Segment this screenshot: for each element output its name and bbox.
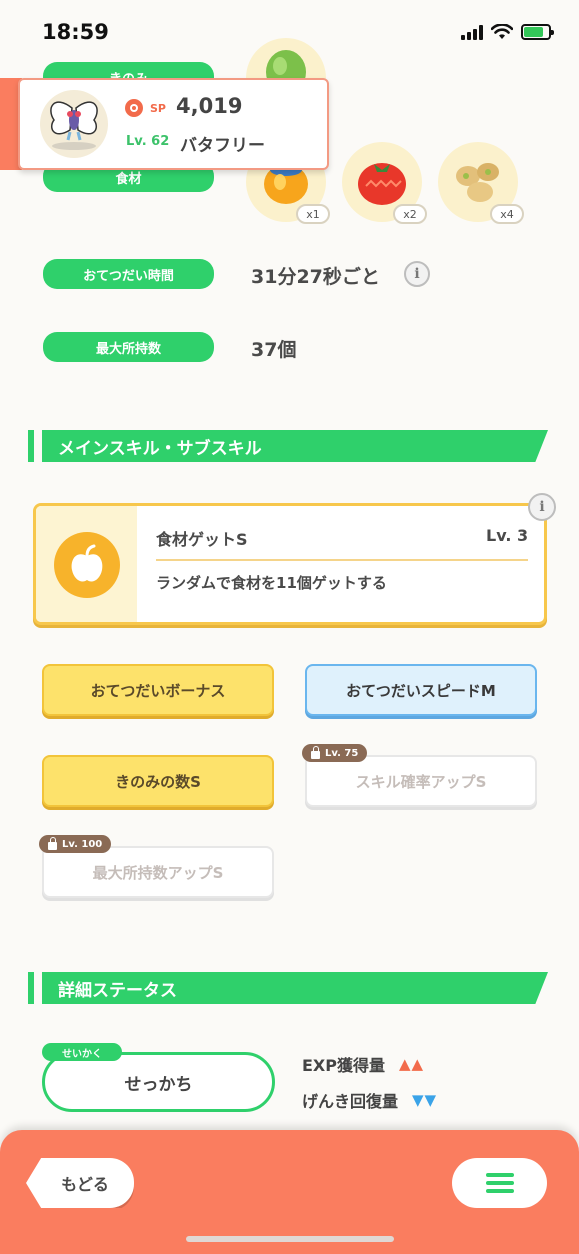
unlock-level-badge-100: Lv. 100 bbox=[39, 835, 112, 853]
skill-info-icon[interactable]: i bbox=[528, 493, 556, 521]
back-button[interactable]: もどる bbox=[26, 1158, 134, 1208]
sub-skill-help-bonus[interactable]: おてつだいボーナス bbox=[42, 664, 274, 716]
wifi-icon bbox=[491, 24, 513, 39]
butterfree-icon bbox=[50, 101, 98, 150]
help-time-value: 31分27秒ごと bbox=[251, 266, 380, 288]
menu-button[interactable] bbox=[452, 1158, 547, 1208]
ingredient-count-1: x1 bbox=[296, 204, 330, 224]
sub-skill-inventory-up-s[interactable]: 最大所持数アップS bbox=[42, 846, 274, 898]
home-indicator[interactable] bbox=[186, 1236, 394, 1242]
sp-label: SP bbox=[150, 102, 166, 115]
nature-tag: せいかく bbox=[42, 1043, 122, 1061]
pokemon-name: バタフリー bbox=[180, 136, 265, 156]
stat-down-arrows-icon: ▼▼ bbox=[412, 1091, 438, 1109]
skill-divider bbox=[156, 559, 528, 561]
avatar bbox=[40, 90, 108, 158]
max-carry-label-pill: 最大所持数 bbox=[43, 332, 214, 362]
main-skill-level: Lv. 3 bbox=[486, 526, 529, 545]
main-skill-description: ランダムで食材を11個ゲットする bbox=[156, 574, 387, 592]
stat-exp-gain: EXP獲得量 ▲▲ bbox=[302, 1055, 425, 1075]
lock-icon bbox=[48, 836, 57, 850]
main-skill-name: 食材ゲットS bbox=[156, 530, 248, 549]
main-skill-card[interactable]: 食材ゲットS Lv. 3 ランダムで食材を11個ゲットする bbox=[33, 503, 547, 625]
skills-section-header: メインスキル・サブスキル bbox=[28, 430, 548, 462]
battery-icon bbox=[521, 24, 554, 40]
status-icons bbox=[461, 24, 554, 40]
sub-skill-skill-trigger-s[interactable]: スキル確率アップS bbox=[305, 755, 537, 807]
lock-icon bbox=[311, 745, 320, 759]
nature-box[interactable]: せっかち bbox=[42, 1052, 275, 1112]
details-section-title: 詳細ステータス bbox=[42, 972, 548, 1004]
ingredient-count-2: x2 bbox=[393, 204, 427, 224]
sp-value: 4,019 bbox=[176, 94, 243, 118]
hamburger-menu-icon bbox=[485, 1173, 514, 1193]
stat-up-arrows-icon: ▲▲ bbox=[399, 1055, 425, 1073]
ingredient-count-3: x4 bbox=[490, 204, 524, 224]
apple-icon bbox=[71, 544, 103, 582]
sub-skill-berry-count-s[interactable]: きのみの数S bbox=[42, 755, 274, 807]
help-time-info-icon[interactable]: i bbox=[404, 261, 430, 287]
status-time: 18:59 bbox=[42, 20, 109, 44]
details-section-header: 詳細ステータス bbox=[28, 972, 548, 1004]
sub-skill-help-speed-m[interactable]: おてつだいスピードM bbox=[305, 664, 537, 716]
unlock-level-badge-75: Lv. 75 bbox=[302, 744, 368, 762]
sp-ball-icon bbox=[124, 98, 144, 118]
pokemon-header-card[interactable]: SP 4,019 Lv. 62 バタフリー bbox=[18, 78, 329, 170]
stat-energy-recovery: げんき回復量 ▼▼ bbox=[302, 1091, 438, 1111]
help-time-label-pill: おてつだい時間 bbox=[43, 259, 214, 289]
cellular-signal-icon bbox=[461, 24, 483, 40]
level-label: Lv. 62 bbox=[126, 134, 170, 149]
skill-icon-circle bbox=[54, 532, 120, 598]
max-carry-value: 37個 bbox=[251, 339, 297, 361]
skills-section-title: メインスキル・サブスキル bbox=[42, 430, 548, 462]
